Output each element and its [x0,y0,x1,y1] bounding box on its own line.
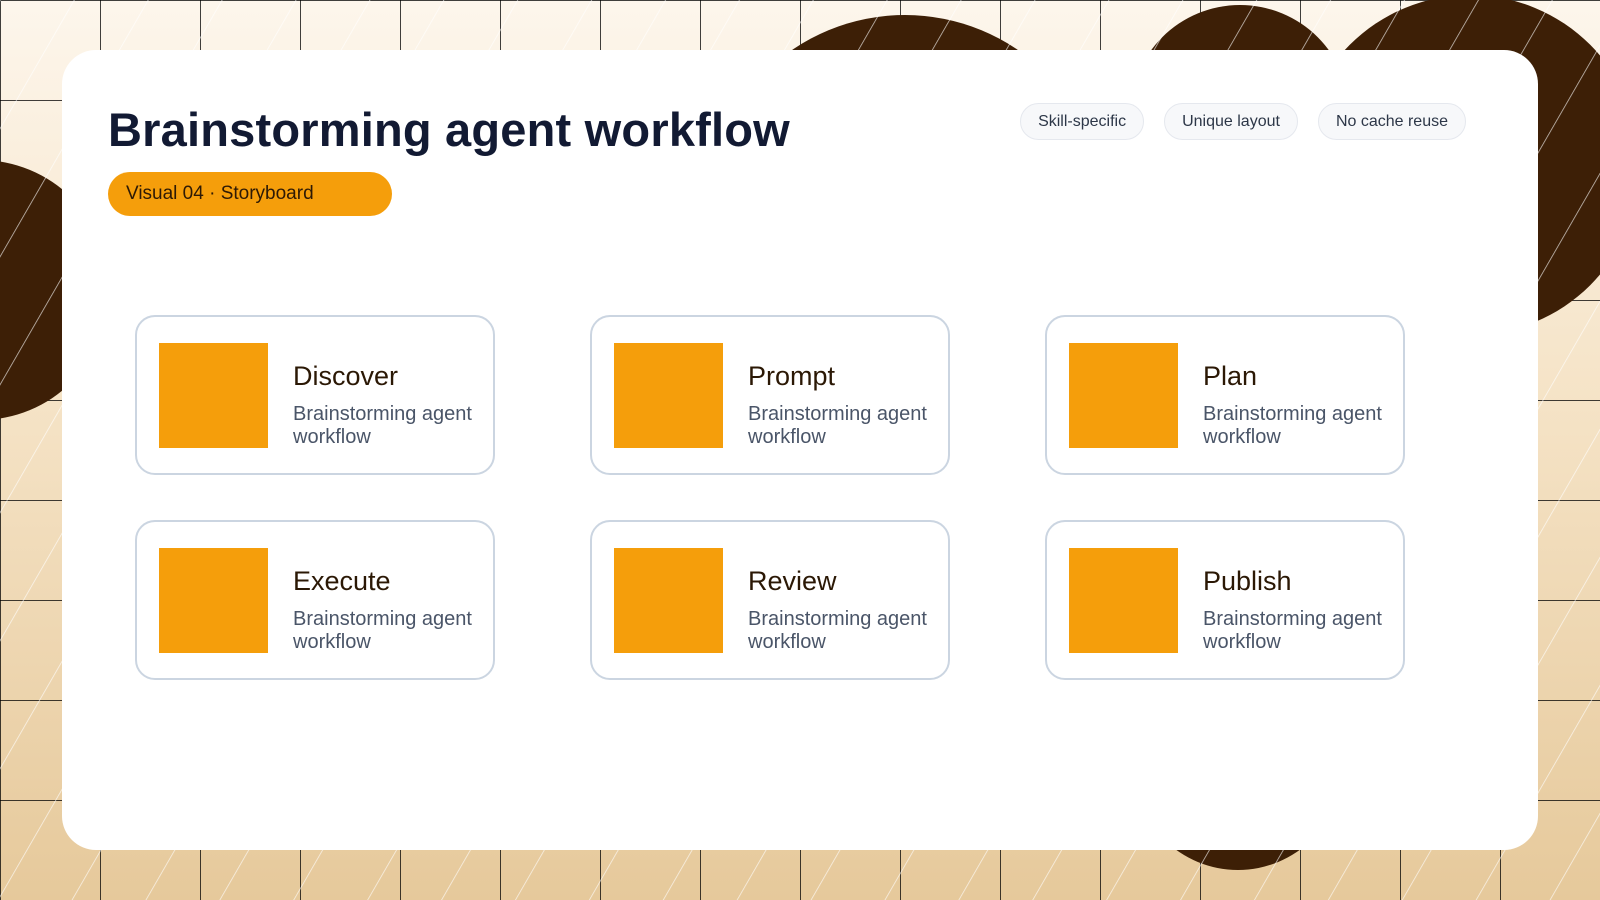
step-description: Brainstorming agent workflow [1203,403,1382,448]
tag-unique-layout: Unique layout [1164,103,1298,140]
step-card-prompt: Prompt Brainstorming agent workflow [590,315,950,475]
tag-no-cache-reuse: No cache reuse [1317,103,1466,140]
step-title: Review [748,566,837,596]
tag-list: Skill-specific Unique layout No cache re… [1020,103,1466,140]
step-description: Brainstorming agent workflow [1203,608,1382,653]
tag-skill-specific: Skill-specific [1020,103,1145,140]
step-square-icon [614,548,723,653]
step-title: Execute [293,566,391,596]
step-card-execute: Execute Brainstorming agent workflow [135,520,495,680]
step-description: Brainstorming agent workflow [293,608,472,653]
step-square-icon [159,343,268,448]
step-title: Prompt [748,361,836,391]
page-title: Brainstorming agent workflow [108,103,790,156]
step-card-publish: Publish Brainstorming agent workflow [1045,520,1405,680]
step-title: Publish [1203,566,1292,596]
main-card: Brainstorming agent workflow Visual 04 ·… [62,50,1538,850]
step-square-icon [614,343,723,448]
step-square-icon [159,548,268,653]
step-square-icon [1069,548,1178,653]
visual-label-badge: Visual 04 · Storyboard [108,172,392,216]
step-card-plan: Plan Brainstorming agent workflow [1045,315,1405,475]
step-title: Discover [293,361,399,391]
step-title: Plan [1203,361,1258,391]
step-description: Brainstorming agent workflow [748,403,927,448]
step-card-discover: Discover Brainstorming agent workflow [135,315,495,475]
step-description: Brainstorming agent workflow [748,608,927,653]
step-square-icon [1069,343,1178,448]
step-card-review: Review Brainstorming agent workflow [590,520,950,680]
step-description: Brainstorming agent workflow [293,403,472,448]
